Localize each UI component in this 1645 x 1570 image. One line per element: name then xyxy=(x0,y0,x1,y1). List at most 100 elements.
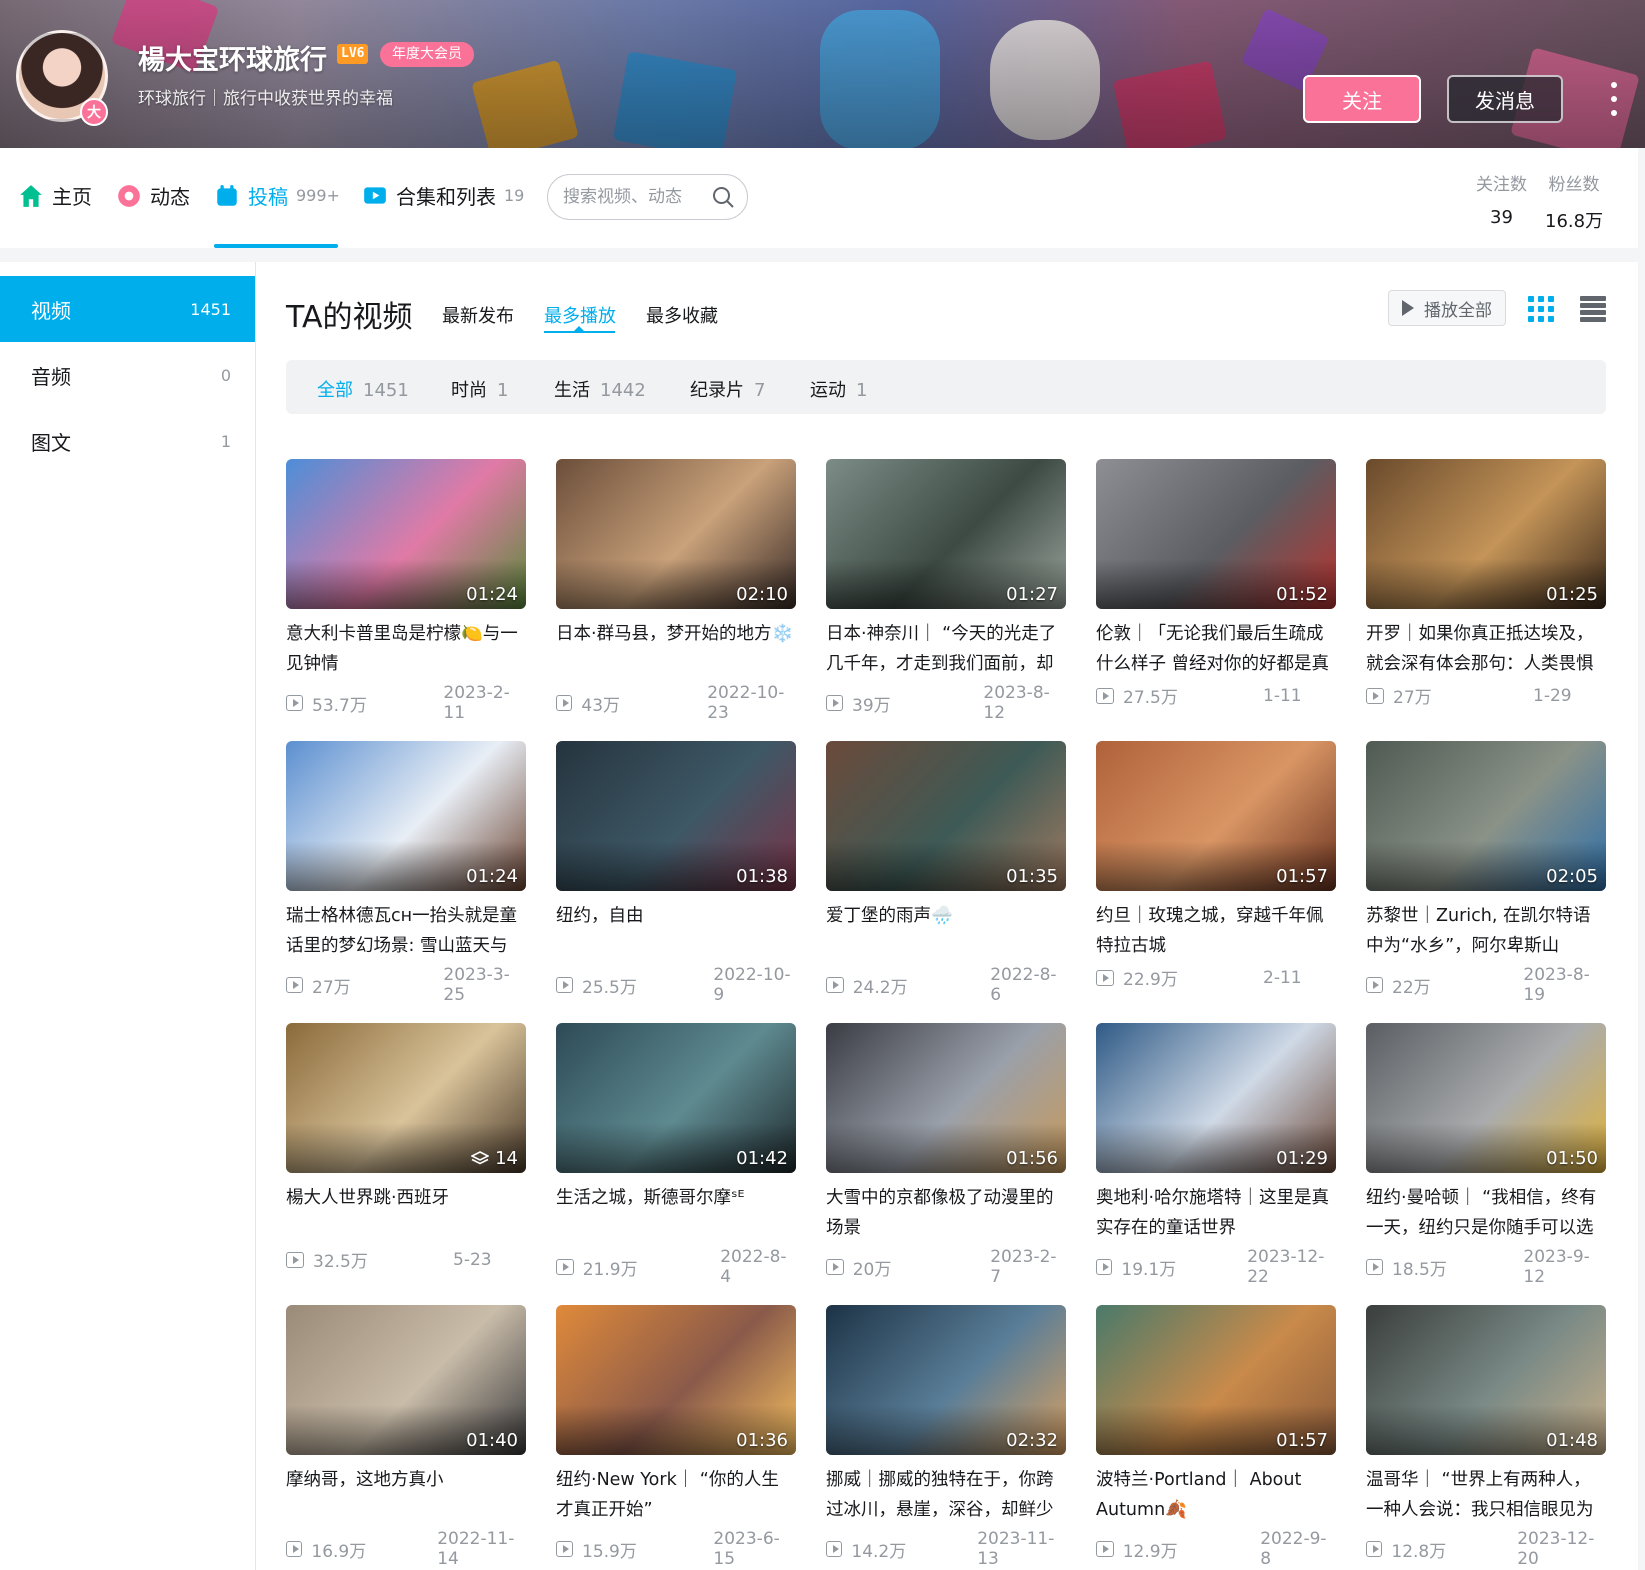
video-thumbnail[interactable]: 01:24 xyxy=(286,459,526,609)
video-title[interactable]: 苏黎世｜Zurich, 在凯尔特语中为“水乡”，阿尔卑斯山 xyxy=(1366,901,1606,961)
play-all-label: 播放全部 xyxy=(1424,300,1492,321)
video-title[interactable]: 摩纳哥，这地方真小 xyxy=(286,1465,526,1525)
video-title[interactable]: 瑞士格林德瓦ᴄʜ一抬头就是童话里的梦幻场景: 雪山蓝天与 xyxy=(286,901,526,961)
play-count-icon xyxy=(556,1259,574,1275)
filter-count: 1451 xyxy=(363,380,409,401)
more-icon[interactable] xyxy=(1606,82,1622,116)
video-title[interactable]: 爱丁堡的雨声🌧️ xyxy=(826,901,1066,961)
video-card[interactable]: 01:25 开罗｜如果你真正抵达埃及，就会深有体会那句：人类畏惧 27万 1-29 xyxy=(1366,459,1606,709)
video-card[interactable]: 01:56 大雪中的京都像极了动漫里的场景 20万 2023-2-7 xyxy=(826,1023,1066,1287)
video-title[interactable]: 约旦｜玫瑰之城，穿越千年佩特拉古城 xyxy=(1096,901,1336,961)
video-card[interactable]: 01:27 日本·神奈川｜ “今天的光走了几千年，才走到我们面前，却 39万 2023… xyxy=(826,459,1066,723)
video-title[interactable]: 伦敦｜「无论我们最后生疏成什么样子 曾经对你的好都是真 xyxy=(1096,619,1336,679)
list-view-icon[interactable] xyxy=(1580,296,1606,322)
video-title[interactable]: 生活之城，斯德哥尔摩ˢᴱ xyxy=(556,1183,796,1243)
video-title[interactable]: 大雪中的京都像极了动漫里的场景 xyxy=(826,1183,1066,1243)
video-title[interactable]: 奥地利·哈尔施塔特｜这里是真实存在的童话世界 xyxy=(1096,1183,1336,1243)
sidebar-item-audio[interactable]: 音频 0 xyxy=(0,342,255,408)
video-duration: 01:57 xyxy=(1276,1430,1328,1451)
video-card[interactable]: 01:40 摩纳哥，这地方真小 16.9万 2022-11-14 xyxy=(286,1305,526,1569)
video-card[interactable]: 14 楊大人世界跳·西班牙 32.5万 5-23 xyxy=(286,1023,526,1273)
video-title[interactable]: 挪威｜挪威的独特在于，你跨过冰川，悬崖，深谷，却鲜少 xyxy=(826,1465,1066,1525)
video-card[interactable]: 02:05 苏黎世｜Zurich, 在凯尔特语中为“水乡”，阿尔卑斯山 22万 202… xyxy=(1366,741,1606,1005)
video-title[interactable]: 开罗｜如果你真正抵达埃及，就会深有体会那句：人类畏惧 xyxy=(1366,619,1606,679)
message-button[interactable]: 发消息 xyxy=(1447,75,1563,123)
nav-upload[interactable]: 投稿 999+ xyxy=(214,181,340,210)
video-thumbnail[interactable]: 01:50 xyxy=(1366,1023,1606,1173)
video-thumbnail[interactable]: 01:48 xyxy=(1366,1305,1606,1455)
sort-tab-most-played[interactable]: 最多播放 xyxy=(544,302,616,328)
filter-label: 运动 xyxy=(810,380,846,401)
filter-sports[interactable]: 运动 1 xyxy=(810,376,867,402)
video-card[interactable]: 01:24 意大利卡普里岛是柠檬🍋与一见钟情 53.7万 2023-2-11 xyxy=(286,459,526,723)
play-all-button[interactable]: 播放全部 xyxy=(1388,290,1506,326)
stat-fans-value: 16.8万 xyxy=(1545,211,1604,232)
video-thumbnail[interactable]: 01:38 xyxy=(556,741,796,891)
video-card[interactable]: 01:57 约旦｜玫瑰之城，穿越千年佩特拉古城 22.9万 2-11 xyxy=(1096,741,1336,991)
video-card[interactable]: 01:29 奥地利·哈尔施塔特｜这里是真实存在的童话世界 19.1万 2023-12-… xyxy=(1096,1023,1336,1287)
video-card[interactable]: 01:24 瑞士格林德瓦ᴄʜ一抬头就是童话里的梦幻场景: 雪山蓝天与 27万 2023… xyxy=(286,741,526,1005)
video-thumbnail[interactable]: 01:27 xyxy=(826,459,1066,609)
video-thumbnail[interactable]: 01:24 xyxy=(286,741,526,891)
sort-tab-most-favorited[interactable]: 最多收藏 xyxy=(646,302,718,328)
video-card[interactable]: 01:42 生活之城，斯德哥尔摩ˢᴱ 21.9万 2022-8-4 xyxy=(556,1023,796,1287)
video-thumbnail[interactable]: 01:42 xyxy=(556,1023,796,1173)
video-thumbnail[interactable]: 01:35 xyxy=(826,741,1066,891)
video-card[interactable]: 01:36 纽约·New York｜ “你的人生才真正开始” 15.9万 2023-6… xyxy=(556,1305,796,1569)
grid-view-icon[interactable] xyxy=(1528,296,1554,322)
filter-all[interactable]: 全部 1451 xyxy=(317,376,409,402)
video-title[interactable]: 日本·群马县，梦开始的地方❄️ xyxy=(556,619,796,679)
video-duration: 01:40 xyxy=(466,1430,518,1451)
stat-fans[interactable]: 粉丝数 16.8万 xyxy=(1545,170,1603,233)
video-duration-text: 01:50 xyxy=(1546,1148,1598,1169)
video-title[interactable]: 楊大人世界跳·西班牙 xyxy=(286,1183,526,1243)
nav-dynamic[interactable]: 动态 xyxy=(116,181,190,210)
stat-following[interactable]: 关注数 39 xyxy=(1476,170,1527,228)
video-thumbnail[interactable]: 14 xyxy=(286,1023,526,1173)
video-title[interactable]: 温哥华｜ “世界上有两种人，一种人会说：我只相信眼见为 xyxy=(1366,1465,1606,1525)
video-thumbnail[interactable]: 01:25 xyxy=(1366,459,1606,609)
play-count-icon xyxy=(1096,1259,1113,1275)
video-thumbnail[interactable]: 02:10 xyxy=(556,459,796,609)
video-thumbnail[interactable]: 01:29 xyxy=(1096,1023,1336,1173)
video-title[interactable]: 波特兰·Portland｜ About Autumn🍂 xyxy=(1096,1465,1336,1525)
filter-documentary[interactable]: 纪录片 7 xyxy=(690,376,765,402)
video-title[interactable]: 纽约·曼哈顿｜ “我相信，终有一天，纽约只是你随手可以选 xyxy=(1366,1183,1606,1243)
search-box[interactable] xyxy=(547,174,748,220)
video-card[interactable]: 01:38 纽约，自由 25.5万 2022-10-9 xyxy=(556,741,796,1005)
video-card[interactable]: 01:50 纽约·曼哈顿｜ “我相信，终有一天，纽约只是你随手可以选 18.5万 20… xyxy=(1366,1023,1606,1287)
follow-button[interactable]: 关注 xyxy=(1303,75,1421,123)
video-card[interactable]: 01:48 温哥华｜ “世界上有两种人，一种人会说：我只相信眼见为 12.8万 202… xyxy=(1366,1305,1606,1569)
nav-home[interactable]: 主页 xyxy=(18,181,92,210)
video-thumbnail[interactable]: 01:40 xyxy=(286,1305,526,1455)
video-meta: 22万 2023-8-19 xyxy=(1366,965,1606,1005)
video-title[interactable]: 意大利卡普里岛是柠檬🍋与一见钟情 xyxy=(286,619,526,679)
video-thumbnail[interactable]: 01:57 xyxy=(1096,1305,1336,1455)
filter-life[interactable]: 生活 1442 xyxy=(554,376,646,402)
video-views: 22万 xyxy=(1392,977,1431,998)
search-icon[interactable] xyxy=(711,185,735,209)
sort-tab-latest[interactable]: 最新发布 xyxy=(442,302,514,328)
video-card[interactable]: 01:52 伦敦｜「无论我们最后生疏成什么样子 曾经对你的好都是真 27.5万 1-1… xyxy=(1096,459,1336,709)
video-card[interactable]: 02:10 日本·群马县，梦开始的地方❄️ 43万 2022-10-23 xyxy=(556,459,796,723)
video-card[interactable]: 01:57 波特兰·Portland｜ About Autumn🍂 12.9万 202… xyxy=(1096,1305,1336,1569)
sidebar-item-article[interactable]: 图文 1 xyxy=(0,408,255,474)
video-thumbnail[interactable]: 02:05 xyxy=(1366,741,1606,891)
video-title[interactable]: 纽约·New York｜ “你的人生才真正开始” xyxy=(556,1465,796,1525)
search-input[interactable] xyxy=(563,187,703,207)
video-thumbnail[interactable]: 01:36 xyxy=(556,1305,796,1455)
video-meta: 24.2万 2022-8-6 xyxy=(826,965,1066,1005)
video-card[interactable]: 02:32 挪威｜挪威的独特在于，你跨过冰川，悬崖，深谷，却鲜少 14.2万 2023… xyxy=(826,1305,1066,1569)
nav-collections[interactable]: 合集和列表 19 xyxy=(362,181,524,210)
video-date: 5-23 xyxy=(453,1249,492,1270)
video-thumbnail[interactable]: 01:52 xyxy=(1096,459,1336,609)
video-thumbnail[interactable]: 02:32 xyxy=(826,1305,1066,1455)
video-title[interactable]: 纽约，自由 xyxy=(556,901,796,961)
vip-badge[interactable]: 年度大会员 xyxy=(380,42,474,67)
video-thumbnail[interactable]: 01:57 xyxy=(1096,741,1336,891)
sidebar-item-video[interactable]: 视频 1451 xyxy=(0,276,255,342)
video-title[interactable]: 日本·神奈川｜ “今天的光走了几千年，才走到我们面前，却 xyxy=(826,619,1066,679)
video-card[interactable]: 01:35 爱丁堡的雨声🌧️ 24.2万 2022-8-6 xyxy=(826,741,1066,1005)
filter-fashion[interactable]: 时尚 1 xyxy=(451,376,508,402)
video-thumbnail[interactable]: 01:56 xyxy=(826,1023,1066,1173)
